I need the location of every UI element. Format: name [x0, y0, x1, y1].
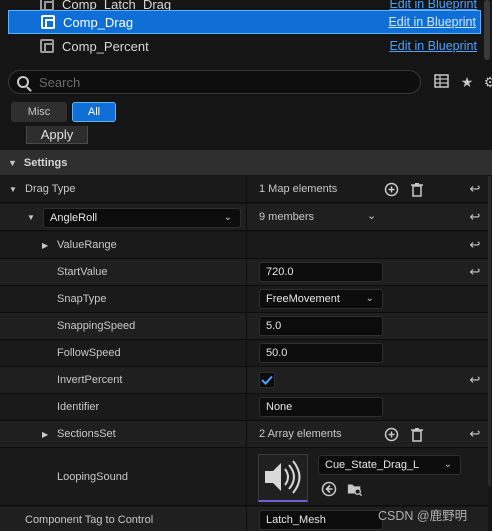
- expand-arrow-icon[interactable]: ▼: [27, 213, 35, 222]
- property-value: 50.0: [246, 340, 460, 366]
- reset-to-default-icon[interactable]: ↩: [466, 421, 484, 447]
- property-value: [246, 232, 460, 258]
- property-label: Identifier: [57, 401, 100, 413]
- invert-percent-checkbox[interactable]: [259, 372, 275, 388]
- follow-speed-input[interactable]: 50.0: [259, 343, 383, 363]
- component-item-selected[interactable]: Comp_Drag Edit in Blueprint: [8, 10, 481, 34]
- reset-to-default-icon[interactable]: ↩: [466, 176, 484, 202]
- property-row-drag-type: ▼ Drag Type 1 Map elements ↩: [0, 176, 488, 203]
- property-row-snap-type: SnapType FreeMovement ⌄: [0, 286, 488, 313]
- property-row-start-value: StartValue 720.0 ↩: [0, 259, 488, 286]
- sound-asset-thumbnail[interactable]: [258, 454, 308, 502]
- chevron-down-icon: ⌄: [443, 459, 452, 470]
- collapse-arrow-icon: ▼: [8, 157, 17, 168]
- property-value: 720.0: [246, 259, 460, 285]
- chevron-down-icon[interactable]: ⌄: [367, 209, 376, 222]
- property-label: StartValue: [57, 266, 108, 278]
- component-list-scrollbar[interactable]: [484, 0, 490, 60]
- property-row-follow-speed: FollowSpeed 50.0: [0, 340, 488, 367]
- filter-misc-button[interactable]: Misc: [11, 102, 67, 122]
- property-label: LoopingSound: [57, 471, 128, 483]
- snap-type-dropdown[interactable]: FreeMovement ⌄: [259, 289, 383, 309]
- property-value: 9 members ⌄: [246, 204, 460, 230]
- reset-to-default-icon[interactable]: ↩: [466, 367, 484, 393]
- edit-in-blueprint-link[interactable]: Edit in Blueprint: [388, 15, 476, 29]
- property-value: [246, 367, 460, 393]
- expand-arrow-icon[interactable]: ▼: [9, 185, 17, 194]
- checkmark-icon: [261, 375, 273, 385]
- property-label: Component Tag to Control: [25, 514, 154, 526]
- start-value-input[interactable]: 720.0: [259, 262, 383, 282]
- array-elements-count: 2 Array elements: [259, 428, 342, 440]
- component-item[interactable]: Comp_Percent Edit in Blueprint: [8, 34, 481, 58]
- chevron-down-icon: ⌄: [223, 212, 232, 223]
- map-key-dropdown[interactable]: AngleRoll ⌄: [43, 208, 241, 228]
- reset-to-default-icon[interactable]: ↩: [466, 204, 484, 230]
- property-label: ValueRange: [57, 239, 117, 251]
- members-count: 9 members: [259, 211, 315, 223]
- property-row-invert-percent: InvertPercent ↩: [0, 367, 488, 394]
- table-view-icon[interactable]: [433, 74, 449, 90]
- trash-icon[interactable]: [409, 181, 425, 197]
- component-name: Comp_Drag: [63, 14, 134, 30]
- settings-gear-icon[interactable]: ⚙: [482, 74, 492, 90]
- details-scrollbar[interactable]: [488, 176, 491, 486]
- property-value: FreeMovement ⌄: [246, 286, 460, 312]
- property-row-identifier: Identifier None: [0, 394, 488, 421]
- component-icon: [41, 15, 55, 29]
- watermark-text: CSDN @鹿野明: [378, 509, 468, 523]
- property-row-map-entry: ▼ AngleRoll ⌄ 9 members ⌄ ↩: [0, 204, 488, 231]
- sound-asset-dropdown[interactable]: Cue_State_Drag_L ⌄: [318, 455, 461, 475]
- property-value: 2 Array elements: [246, 421, 460, 447]
- add-element-icon[interactable]: [383, 426, 399, 442]
- component-tag-input[interactable]: Latch_Mesh: [259, 510, 383, 530]
- expand-arrow-icon[interactable]: ▶: [42, 430, 48, 439]
- property-label: SectionsSet: [57, 428, 116, 440]
- component-icon: [40, 39, 54, 53]
- browse-folder-icon[interactable]: [347, 481, 363, 497]
- map-key-value: AngleRoll: [50, 212, 98, 224]
- settings-section-header[interactable]: ▼ Settings: [0, 150, 492, 175]
- filter-all-button[interactable]: All: [72, 102, 116, 122]
- add-element-icon[interactable]: [383, 181, 399, 197]
- property-label: FollowSpeed: [57, 347, 121, 359]
- identifier-input[interactable]: None: [259, 397, 383, 417]
- reset-to-default-icon[interactable]: ↩: [466, 232, 484, 258]
- property-row-snapping-speed: SnappingSpeed 5.0: [0, 313, 488, 340]
- reset-to-default-icon[interactable]: ↩: [466, 259, 484, 285]
- property-row-sections-set: ▶ SectionsSet 2 Array elements ↩: [0, 421, 488, 448]
- property-label: Drag Type: [25, 183, 76, 195]
- property-label: SnappingSpeed: [57, 320, 136, 332]
- property-label: SnapType: [57, 293, 107, 305]
- snapping-speed-input[interactable]: 5.0: [259, 316, 383, 336]
- edit-in-blueprint-link[interactable]: Edit in Blueprint: [389, 39, 477, 53]
- chevron-down-icon: ⌄: [365, 293, 374, 304]
- trash-icon[interactable]: [409, 426, 425, 442]
- sound-asset-name: Cue_State_Drag_L: [325, 459, 420, 471]
- property-row-value-range: ▶ ValueRange ↩: [0, 232, 488, 259]
- section-title: Settings: [23, 156, 68, 169]
- map-elements-count: 1 Map elements: [259, 183, 338, 195]
- expand-arrow-icon[interactable]: ▶: [42, 241, 48, 250]
- snap-type-value: FreeMovement: [266, 293, 340, 305]
- property-value: 5.0: [246, 313, 460, 339]
- property-value: None: [246, 394, 460, 420]
- search-input[interactable]: [39, 74, 399, 90]
- apply-button[interactable]: Apply: [26, 126, 88, 144]
- property-value: 1 Map elements: [246, 176, 460, 202]
- search-box[interactable]: [8, 70, 421, 94]
- star-icon[interactable]: ★: [459, 74, 475, 90]
- property-label: InvertPercent: [57, 374, 123, 386]
- component-name: Comp_Percent: [62, 38, 149, 54]
- use-selected-asset-icon[interactable]: [321, 481, 337, 497]
- search-icon: [17, 76, 29, 88]
